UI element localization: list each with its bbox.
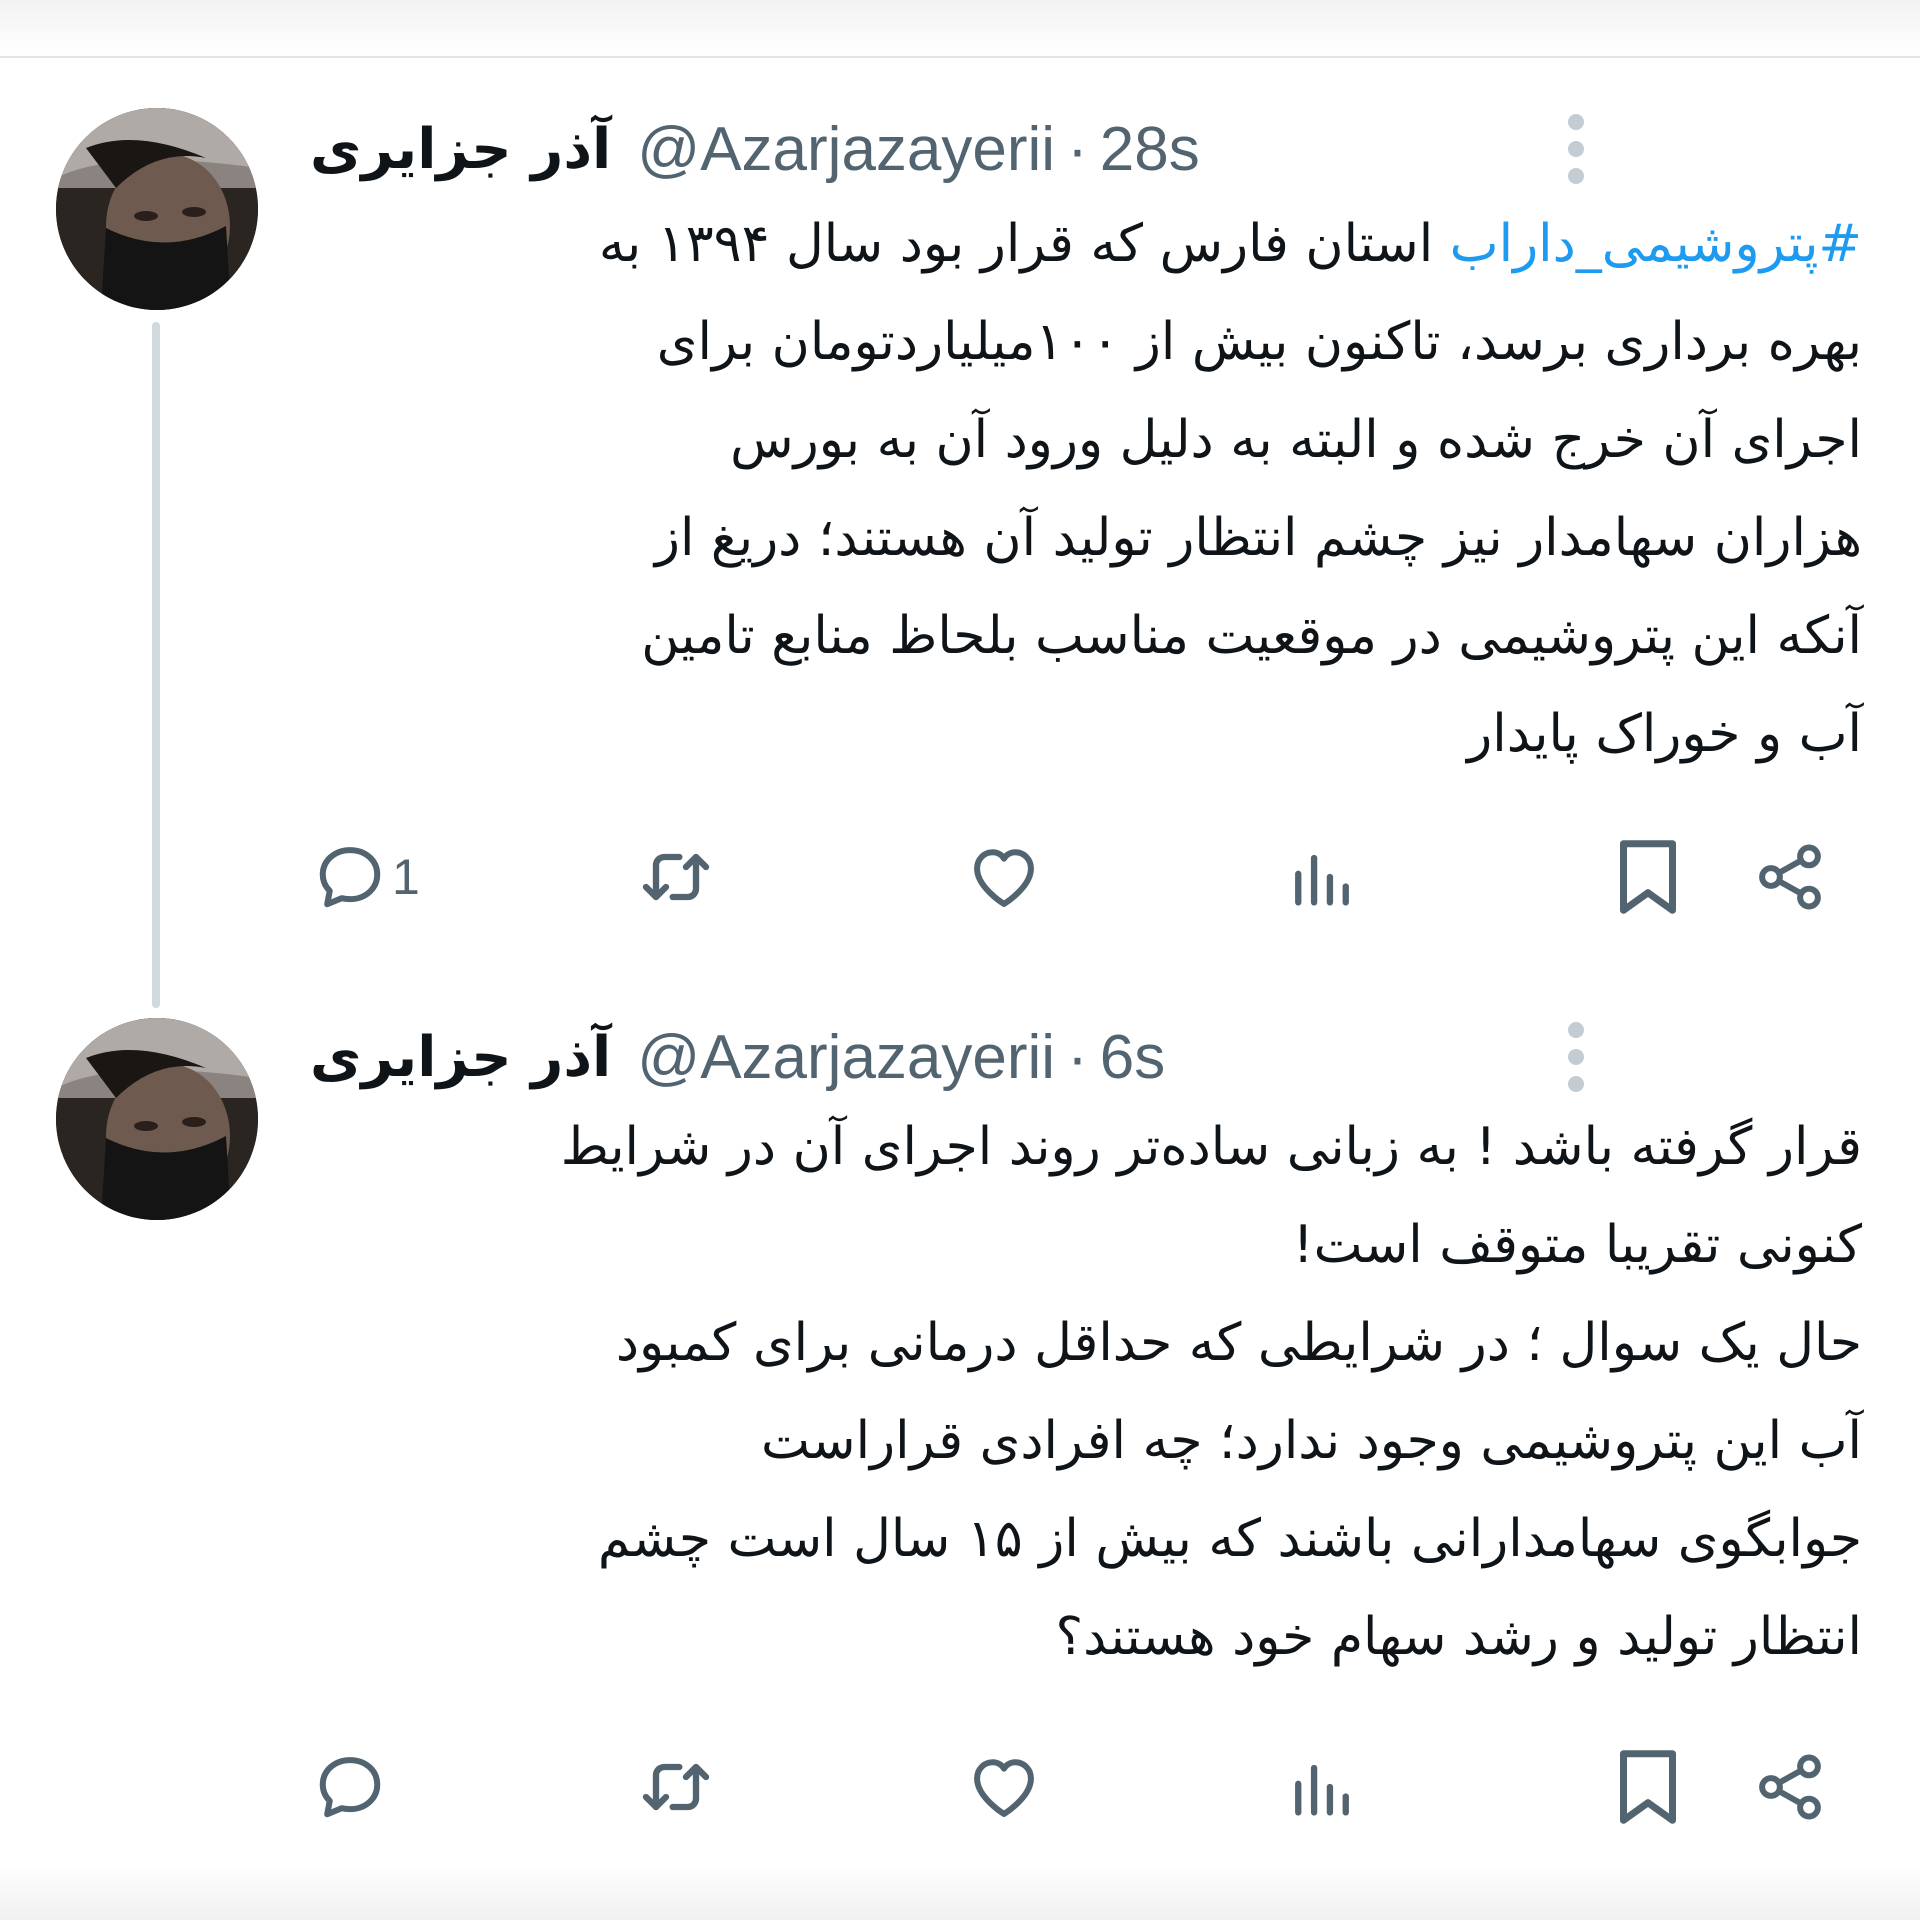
- hashtag-link[interactable]: #پتروشیمی_داراب: [1450, 214, 1862, 274]
- text-line: قرار گرفته باشد ! به زبانی ساده‌تر روند …: [560, 1117, 1862, 1177]
- text-line: اجرای آن خرج شده و البته به دلیل ورود آن…: [730, 410, 1862, 470]
- bookmark-icon: [1620, 1750, 1676, 1824]
- like-button[interactable]: [966, 832, 1042, 922]
- text-line: جوابگوی سهامدارانی باشند که بیش از ۱۵ سا…: [597, 1509, 1862, 1569]
- more-options-icon[interactable]: [1566, 114, 1586, 184]
- text-line: بهره برداری برسد، تاکنون بیش از ۱۰۰میلیا…: [656, 312, 1862, 372]
- action-bar: 1: [0, 832, 1920, 922]
- reply-count: 1: [392, 849, 420, 905]
- top-edge: [0, 0, 1920, 58]
- views-button[interactable]: [1284, 832, 1360, 922]
- user-handle[interactable]: @Azarjazayerii: [637, 114, 1055, 185]
- retweet-icon: [642, 853, 710, 901]
- reply-button[interactable]: 1: [312, 832, 420, 922]
- like-button[interactable]: [966, 1742, 1042, 1832]
- bookmark-icon: [1620, 840, 1676, 914]
- views-icon: [1295, 854, 1349, 906]
- retweet-button[interactable]: [636, 832, 716, 922]
- avatar[interactable]: [56, 108, 258, 310]
- text-line: انتظار تولید و رشد سهام خود هستند؟: [1055, 1607, 1862, 1667]
- bottom-edge: [0, 1864, 1920, 1920]
- separator-dot: ·: [1067, 1022, 1088, 1092]
- display-name[interactable]: آذر جزایری: [310, 117, 611, 182]
- tweet-header: آذر جزایری @Azarjazayerii · 28s: [310, 104, 1200, 194]
- tweet-header: آذر جزایری @Azarjazayerii · 6s: [310, 1012, 1165, 1102]
- separator-dot: ·: [1067, 114, 1088, 184]
- share-icon: [1759, 1754, 1821, 1820]
- text-line: آب و خوراک پایدار: [1467, 704, 1862, 764]
- timestamp[interactable]: 6s: [1100, 1022, 1165, 1093]
- text-line: #پتروشیمی_داراب استان فارس که قرار بود س…: [598, 214, 1862, 274]
- retweet-button[interactable]: [636, 1742, 716, 1832]
- tweet-text: قرار گرفته باشد ! به زبانی ساده‌تر روند …: [320, 1098, 1862, 1686]
- user-handle[interactable]: @Azarjazayerii: [637, 1022, 1055, 1093]
- reply-icon: [319, 847, 381, 908]
- text-line: کنونی تقریبا متوقف است!: [1292, 1215, 1862, 1275]
- share-button[interactable]: [1752, 832, 1828, 922]
- display-name[interactable]: آذر جزایری: [310, 1025, 611, 1090]
- heart-icon: [974, 849, 1034, 907]
- share-button[interactable]: [1752, 1742, 1828, 1832]
- tweet-text: #پتروشیمی_داراب استان فارس که قرار بود س…: [320, 195, 1862, 783]
- share-icon: [1759, 844, 1821, 910]
- views-button[interactable]: [1284, 1742, 1360, 1832]
- avatar[interactable]: [56, 1018, 258, 1220]
- views-icon: [1295, 1764, 1349, 1816]
- reply-button[interactable]: [312, 1742, 388, 1832]
- text-line: آب این پتروشیمی وجود ندارد؛ چه افرادی قر…: [760, 1411, 1862, 1471]
- more-options-icon[interactable]: [1566, 1022, 1586, 1092]
- bookmark-button[interactable]: [1612, 832, 1684, 922]
- text-line: حال یک سوال ؛ در شرایطی که حداقل درمانی …: [615, 1313, 1862, 1373]
- heart-icon: [974, 1759, 1034, 1817]
- text-line: هزاران سهامدار نیز چشم انتظار تولید آن ه…: [654, 508, 1862, 568]
- action-bar: [0, 1742, 1920, 1832]
- timestamp[interactable]: 28s: [1100, 114, 1200, 185]
- text-line: آنکه این پتروشیمی در موقعیت مناسب بلحاظ …: [641, 606, 1862, 666]
- retweet-icon: [642, 1763, 710, 1811]
- reply-icon: [319, 1757, 381, 1818]
- bookmark-button[interactable]: [1612, 1742, 1684, 1832]
